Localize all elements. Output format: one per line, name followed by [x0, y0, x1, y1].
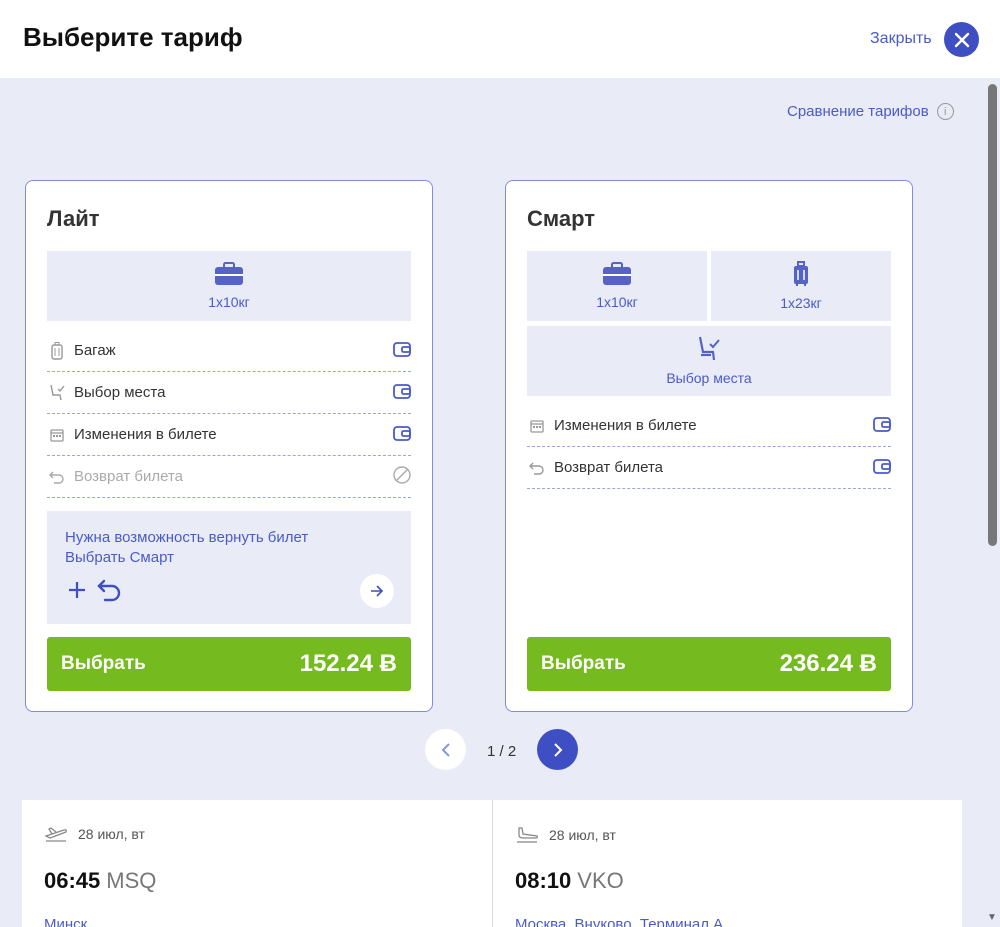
time-value: 08:10	[515, 868, 572, 893]
tile-label: 1x23кг	[780, 295, 822, 311]
page-title: Выберите тариф	[23, 22, 243, 52]
feature-label: Изменения в билете	[554, 417, 697, 434]
date-label: 28 июл, вт	[78, 826, 145, 842]
compare-tariffs-link[interactable]: Сравнение тарифов i	[787, 103, 954, 120]
promo-icons	[67, 578, 123, 602]
tile-seat-selection: Выбор места	[527, 326, 891, 396]
chevron-left-icon	[441, 742, 450, 757]
feature-label: Изменения в билете	[74, 426, 217, 443]
briefcase-icon	[215, 262, 243, 285]
feature-baggage: Багаж	[47, 330, 411, 372]
compare-tariffs-label: Сравнение тарифов	[787, 103, 929, 120]
wallet-icon	[393, 383, 411, 403]
tariff-card-lite: Лайт 1x10кг Багаж Выбор места Изменения …	[25, 180, 433, 712]
pager-next-button[interactable]	[537, 729, 578, 770]
select-lite-button[interactable]: Выбрать 152.24 Ƀ	[47, 637, 411, 691]
wallet-icon	[393, 425, 411, 445]
chevron-right-icon	[553, 742, 562, 757]
briefcase-icon	[603, 262, 631, 285]
tile-label: Выбор места	[666, 370, 752, 386]
arrival-city: Москва, Внуково, Терминал А	[515, 916, 724, 927]
tile-baggage: 1x23кг	[711, 251, 891, 321]
pager-status: 1 / 2	[487, 743, 517, 760]
promo-arrow-button[interactable]	[360, 574, 394, 608]
info-icon[interactable]: i	[936, 103, 954, 120]
wallet-icon	[873, 416, 891, 436]
undo-icon	[527, 461, 547, 475]
seat-icon	[47, 384, 67, 402]
price: 236.24 Ƀ	[779, 650, 877, 677]
undo-icon	[97, 579, 121, 602]
arrival-date: 28 июл, вт	[515, 826, 616, 844]
undo-icon	[47, 470, 67, 484]
select-label: Выбрать	[541, 653, 626, 674]
upgrade-promo[interactable]: Нужна возможность вернуть билет Выбрать …	[47, 511, 411, 624]
close-button[interactable]	[944, 22, 979, 57]
modal-header: Выберите тариф Закрыть	[0, 0, 1000, 78]
plus-icon	[69, 582, 85, 598]
select-smart-button[interactable]: Выбрать 236.24 Ƀ	[527, 637, 891, 691]
landing-icon	[517, 827, 538, 843]
tile-label: 1x10кг	[208, 294, 250, 310]
promo-text: Нужна возможность вернуть билет Выбрать …	[65, 528, 308, 568]
promo-line-2: Выбрать Смарт	[65, 549, 174, 566]
scrollbar-thumb[interactable]	[988, 84, 997, 546]
not-available-icon	[393, 465, 411, 488]
departure-date: 28 июл, вт	[44, 826, 145, 842]
feature-label: Выбор места	[74, 384, 166, 401]
departure-city: Минск	[44, 916, 88, 927]
time-value: 06:45	[44, 868, 101, 893]
flight-arrival: 28 июл, вт 08:10 VKO Москва, Внуково, Тер…	[492, 800, 962, 927]
feature-seat-selection: Выбор места	[47, 372, 411, 414]
tariff-title: Лайт	[47, 206, 100, 231]
suitcase-icon	[794, 261, 808, 286]
tile-hand-luggage: 1x10кг	[527, 251, 707, 321]
price: 152.24 Ƀ	[299, 650, 397, 677]
tariff-card-smart: Смарт 1x10кг 1x23кг Выбор места Изменени…	[505, 180, 913, 712]
feature-ticket-change: Изменения в билете	[47, 414, 411, 456]
feature-label: Возврат билета	[74, 468, 184, 485]
wallet-icon	[393, 341, 411, 361]
calendar-icon	[47, 428, 67, 442]
arrival-time: 08:10 VKO	[515, 868, 624, 894]
departure-time: 06:45 MSQ	[44, 868, 156, 894]
scroll-down-arrow-icon[interactable]: ▼	[987, 912, 997, 923]
feature-ticket-refund: Возврат билета	[47, 456, 411, 498]
suitcase-icon	[47, 341, 67, 360]
airport-code: MSQ	[106, 868, 157, 893]
feature-label: Багаж	[74, 342, 116, 359]
close-label[interactable]: Закрыть	[870, 30, 932, 48]
wallet-icon	[873, 458, 891, 478]
promo-line-1: Нужна возможность вернуть билет	[65, 529, 309, 546]
feature-ticket-change: Изменения в билете	[527, 405, 891, 447]
seat-icon	[698, 336, 720, 361]
tile-label: 1x10кг	[596, 294, 638, 310]
feature-ticket-refund: Возврат билета	[527, 447, 891, 489]
pager-prev-button[interactable]	[425, 729, 466, 770]
flight-departure: 28 июл, вт 06:45 MSQ Минск	[22, 800, 492, 927]
airport-code: VKO	[577, 868, 624, 893]
takeoff-icon	[44, 827, 67, 842]
date-label: 28 июл, вт	[549, 827, 616, 843]
tariff-title: Смарт	[527, 206, 596, 231]
tile-hand-luggage: 1x10кг	[47, 251, 411, 321]
close-icon	[954, 32, 969, 47]
select-label: Выбрать	[61, 653, 146, 674]
feature-label: Возврат билета	[554, 459, 664, 476]
arrow-right-icon	[371, 585, 384, 597]
calendar-icon	[527, 419, 547, 433]
